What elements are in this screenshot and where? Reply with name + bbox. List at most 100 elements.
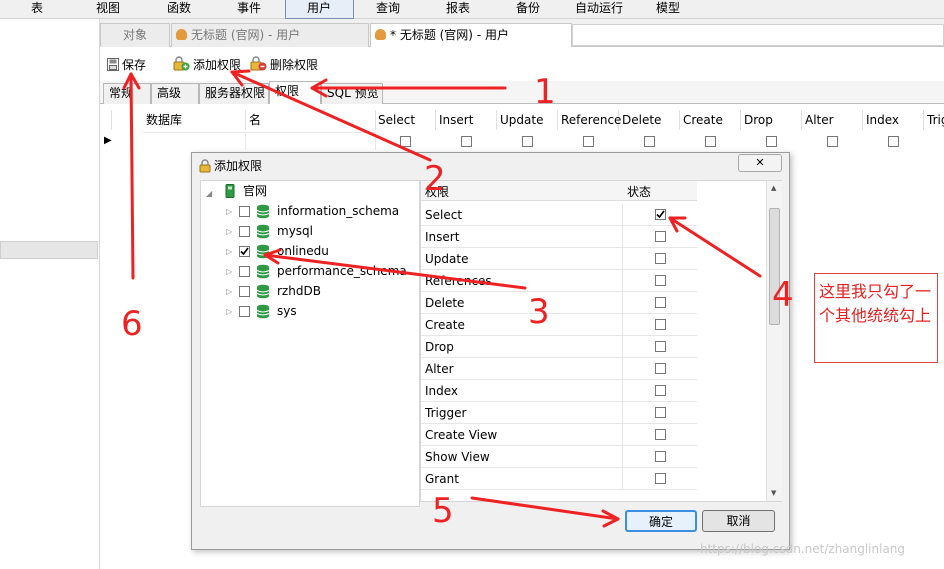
tab-user-2[interactable]: * 无标题 (官网) - 用户 — [370, 23, 572, 47]
privilege-row[interactable]: Alter — [421, 358, 697, 380]
tab-sql-preview[interactable]: SQL 预览 — [321, 83, 383, 104]
database-checkbox[interactable] — [239, 206, 250, 217]
privilege-row[interactable]: Trigger — [421, 402, 697, 424]
menu-report[interactable]: 报表 — [446, 0, 470, 19]
grid-cell-database[interactable] — [143, 132, 246, 150]
navigation-selected-item[interactable] — [0, 241, 98, 259]
tab-strip-empty-area — [572, 24, 944, 46]
tab-general[interactable]: 常规 — [103, 83, 151, 104]
close-button[interactable]: ✕ — [738, 154, 782, 172]
privilege-row[interactable]: Grant — [421, 468, 697, 490]
check-icon — [240, 247, 249, 256]
privilege-checkbox[interactable] — [655, 341, 666, 352]
tab-advanced[interactable]: 高级 — [151, 83, 199, 104]
menu-table[interactable]: 表 — [31, 0, 43, 19]
database-checkbox[interactable] — [239, 286, 250, 297]
grid-create-checkbox[interactable] — [705, 136, 716, 147]
privilege-checkbox[interactable] — [655, 363, 666, 374]
privilege-row[interactable]: Update — [421, 248, 697, 270]
privilege-checkbox[interactable] — [655, 473, 666, 484]
privilege-checkbox[interactable] — [655, 253, 666, 264]
vertical-scrollbar[interactable]: ▲ ▼ — [766, 181, 782, 501]
cancel-button[interactable]: 取消 — [702, 510, 775, 532]
expand-arrow-icon[interactable]: ▷ — [226, 207, 232, 216]
delete-privilege-label: 删除权限 — [270, 58, 319, 72]
grid-drop-checkbox[interactable] — [766, 136, 777, 147]
privilege-row[interactable]: References — [421, 270, 697, 292]
tree-item[interactable]: ▷ performance_schema — [201, 261, 419, 281]
database-name: performance_schema — [277, 264, 407, 278]
privilege-row[interactable]: Delete — [421, 292, 697, 314]
add-privilege-button[interactable]: 添加权限 — [172, 56, 241, 74]
tab-privileges[interactable]: 权限 — [269, 81, 321, 104]
grid-delete-checkbox[interactable] — [644, 136, 655, 147]
check-icon — [656, 210, 665, 219]
menu-view[interactable]: 视图 — [96, 0, 120, 19]
grid-index-checkbox[interactable] — [888, 136, 899, 147]
save-button[interactable]: 保存 — [107, 56, 146, 74]
scrollbar-thumb[interactable] — [769, 208, 780, 325]
privilege-checkbox[interactable] — [655, 407, 666, 418]
privilege-row[interactable]: Select — [421, 204, 697, 226]
menu-query[interactable]: 查询 — [376, 0, 400, 19]
scroll-down-icon[interactable]: ▼ — [771, 489, 776, 497]
privilege-row[interactable]: Create — [421, 314, 697, 336]
menu-event[interactable]: 事件 — [237, 0, 261, 19]
delete-privilege-button[interactable]: 删除权限 — [249, 56, 318, 74]
grid-insert-checkbox[interactable] — [461, 136, 472, 147]
grid-update-checkbox[interactable] — [522, 136, 533, 147]
tree-item[interactable]: ▷ mysql — [201, 221, 419, 241]
privilege-checkbox[interactable] — [655, 297, 666, 308]
privilege-row[interactable]: Drop — [421, 336, 697, 358]
menu-user[interactable]: 用户 — [285, 0, 354, 19]
privilege-row[interactable]: Create View — [421, 424, 697, 446]
database-checkbox[interactable] — [239, 226, 250, 237]
privilege-checkbox[interactable] — [655, 451, 666, 462]
expand-arrow-icon[interactable]: ▷ — [226, 267, 232, 276]
grid-header-drop: Drop — [741, 110, 802, 130]
database-checkbox[interactable] — [239, 306, 250, 317]
tab-objects[interactable]: 对象 — [100, 23, 170, 47]
privilege-checkbox[interactable] — [655, 275, 666, 286]
privilege-checkbox[interactable] — [655, 231, 666, 242]
grid-alter-checkbox[interactable] — [827, 136, 838, 147]
tab-user-1[interactable]: 无标题 (官网) - 用户 — [171, 23, 369, 47]
privilege-checkbox[interactable] — [655, 429, 666, 440]
grid-header-reference: Reference — [558, 110, 621, 130]
database-tree: ◢ 官网 ▷ information_schema ▷ mysql ▷ onlinedu ▷… — [200, 180, 420, 507]
expand-arrow-icon[interactable]: ▷ — [226, 287, 232, 296]
expand-arrow-icon[interactable]: ▷ — [226, 247, 232, 256]
privilege-row[interactable]: Show View — [421, 446, 697, 468]
expand-arrow-icon[interactable]: ▷ — [226, 307, 232, 316]
tree-item[interactable]: ▷ sys — [201, 301, 419, 321]
tab-server-privileges[interactable]: 服务器权限 — [199, 83, 269, 104]
expand-arrow-icon[interactable]: ▷ — [226, 227, 232, 236]
watermark: https://blog.csdn.net/zhanglinlang — [700, 542, 906, 556]
grid-header-trigger: Trig — [924, 110, 944, 130]
privilege-checkbox[interactable] — [655, 385, 666, 396]
privilege-row[interactable]: Index — [421, 380, 697, 402]
tree-root-label[interactable]: 官网 — [243, 181, 267, 201]
privilege-checkbox[interactable] — [655, 209, 666, 220]
grid-select-checkbox[interactable] — [400, 136, 411, 147]
save-label: 保存 — [122, 58, 147, 72]
menu-autorun[interactable]: 自动运行 — [575, 0, 623, 19]
menu-model[interactable]: 模型 — [656, 0, 680, 19]
menu-backup[interactable]: 备份 — [516, 0, 540, 19]
grid-reference-checkbox[interactable] — [583, 136, 594, 147]
database-checkbox[interactable] — [239, 266, 250, 277]
add-privilege-dialog: 添加权限 ✕ ◢ 官网 ▷ information_schema ▷ mysql ▷ on… — [191, 152, 790, 550]
privilege-checkbox[interactable] — [655, 319, 666, 330]
scroll-up-icon[interactable]: ▲ — [771, 184, 776, 192]
ok-button[interactable]: 确定 — [625, 510, 697, 532]
collapse-arrow-icon[interactable]: ◢ — [206, 189, 212, 198]
privilege-row[interactable]: Insert — [421, 226, 697, 248]
database-checkbox[interactable] — [239, 246, 250, 257]
menu-function[interactable]: 函数 — [167, 0, 191, 19]
privilege-name: Show View — [425, 446, 623, 468]
tree-item[interactable]: ▷ onlinedu — [201, 241, 419, 261]
tree-item[interactable]: ▷ rzhdDB — [201, 281, 419, 301]
menu-bar: 表 视图 函数 事件 用户 查询 报表 备份 自动运行 模型 — [0, 0, 944, 19]
tree-item[interactable]: ▷ information_schema — [201, 201, 419, 221]
grid-cell-name[interactable] — [246, 132, 376, 150]
